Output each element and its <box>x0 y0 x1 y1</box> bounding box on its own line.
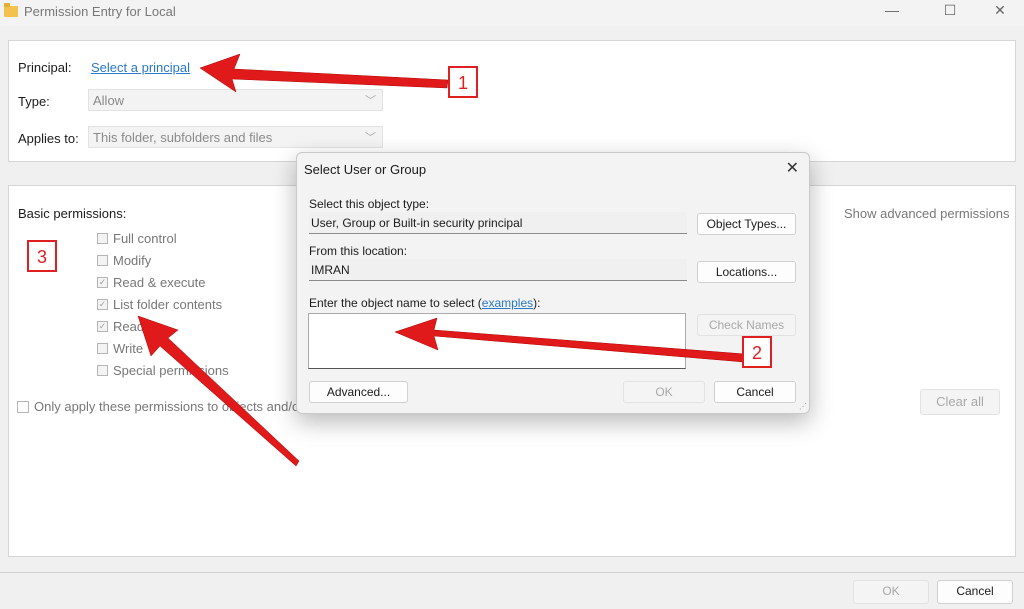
show-advanced-link[interactable]: Show advanced permissions <box>844 206 1009 221</box>
dialog-ok-button[interactable]: OK <box>623 381 705 403</box>
dialog-title: Select User or Group <box>304 162 427 177</box>
object-type-field: User, Group or Built-in security princip… <box>309 212 687 234</box>
maximize-button[interactable]: ☐ <box>930 2 970 19</box>
annotation-badge-1: 1 <box>448 66 478 98</box>
folder-icon <box>4 3 18 17</box>
select-principal-link[interactable]: Select a principal <box>91 60 190 75</box>
object-type-label: Select this object type: <box>309 197 430 211</box>
title-bar: Permission Entry for Local — ☐ ✕ <box>0 0 1024 26</box>
checkbox[interactable] <box>97 255 108 266</box>
object-types-button[interactable]: Object Types... <box>697 213 796 235</box>
select-user-dialog: Select User or Group ✕ Select this objec… <box>296 152 810 414</box>
annotation-badge-2: 2 <box>742 336 772 368</box>
checkbox[interactable] <box>97 365 108 376</box>
permission-label: Modify <box>113 253 152 268</box>
principal-panel: Principal: Select a principal Type: Allo… <box>8 40 1016 162</box>
type-combobox[interactable]: Allow ﹀ <box>88 89 383 111</box>
minimize-button[interactable]: — <box>872 2 912 18</box>
window-title: Permission Entry for Local <box>24 4 176 19</box>
close-icon[interactable]: ✕ <box>786 158 799 178</box>
resize-grip-icon[interactable]: ⋰ <box>799 403 807 411</box>
applies-to-label: Applies to: <box>18 131 79 146</box>
check-names-button[interactable]: Check Names <box>697 314 796 336</box>
checkbox[interactable] <box>17 401 29 413</box>
type-value: Allow <box>93 93 125 108</box>
applies-to-combobox[interactable]: This folder, subfolders and files ﹀ <box>88 126 383 148</box>
chevron-down-icon: ﹀ <box>365 132 376 144</box>
annotation-badge-3: 3 <box>27 240 57 272</box>
checkmark-icon[interactable]: ✓ <box>97 299 108 310</box>
type-label: Type: <box>18 94 50 109</box>
object-name-input[interactable] <box>308 313 686 369</box>
footer-bar: OK Cancel <box>0 572 1024 609</box>
applies-to-value: This folder, subfolders and files <box>93 130 273 145</box>
permission-label: Write <box>113 341 144 356</box>
object-name-label: Enter the object name to select (example… <box>309 296 541 310</box>
dialog-cancel-button[interactable]: Cancel <box>714 381 796 403</box>
advanced-button[interactable]: Advanced... <box>309 381 408 403</box>
checkbox[interactable] <box>97 343 108 354</box>
permission-label: Read & execute <box>113 275 206 290</box>
locations-button[interactable]: Locations... <box>697 261 796 283</box>
checkmark-icon[interactable]: ✓ <box>97 277 108 288</box>
basic-permissions-heading: Basic permissions: <box>18 206 127 221</box>
checkmark-icon[interactable]: ✓ <box>97 321 108 332</box>
permission-label: Full control <box>113 231 177 246</box>
location-label: From this location: <box>309 244 408 258</box>
clear-all-button[interactable]: Clear all <box>920 389 1000 415</box>
footer-ok-button[interactable]: OK <box>853 580 929 604</box>
checkbox[interactable] <box>97 233 108 244</box>
examples-link[interactable]: examples <box>482 296 533 310</box>
location-field: IMRAN <box>309 259 687 281</box>
permission-label: Read <box>113 319 145 334</box>
chevron-down-icon: ﹀ <box>365 95 376 107</box>
principal-label: Principal: <box>18 60 72 75</box>
close-button[interactable]: ✕ <box>980 2 1020 19</box>
permission-label: List folder contents <box>113 297 223 312</box>
footer-cancel-button[interactable]: Cancel <box>937 580 1013 604</box>
permission-label: Special permissions <box>113 363 229 378</box>
